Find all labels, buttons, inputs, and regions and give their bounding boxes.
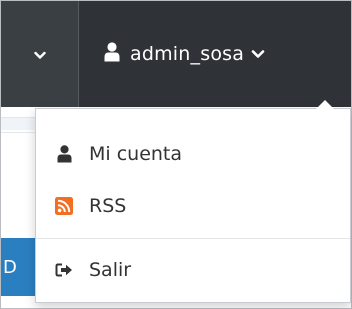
user-menu-toggle[interactable]: admin_sosa — [79, 1, 351, 107]
user-icon — [54, 144, 74, 164]
menu-item-label: Mi cuenta — [89, 143, 183, 165]
user-dropdown-menu: Mi cuenta RSS Salir — [35, 100, 351, 303]
menu-item-label: Salir — [89, 259, 132, 281]
top-navbar: admin_sosa — [1, 1, 351, 107]
menu-item-label: RSS — [89, 195, 127, 217]
page-header-strip — [1, 117, 35, 130]
menu-divider — [36, 238, 350, 239]
rss-icon — [54, 196, 74, 216]
menu-item-mi-cuenta[interactable]: Mi cuenta — [36, 130, 350, 178]
username-label: admin_sosa — [130, 43, 245, 65]
sign-out-icon — [54, 260, 74, 280]
active-tab-label: D — [3, 256, 17, 278]
menu-item-salir[interactable]: Salir — [36, 246, 350, 294]
menu-item-rss[interactable]: RSS — [36, 182, 350, 230]
user-icon — [104, 42, 120, 66]
divider — [1, 132, 35, 133]
nav-dropdown-toggle[interactable] — [1, 1, 78, 107]
dropdown-arrow — [316, 100, 334, 109]
chevron-down-icon — [251, 49, 265, 59]
active-tab[interactable]: D — [1, 238, 35, 296]
chevron-down-icon — [33, 45, 46, 64]
